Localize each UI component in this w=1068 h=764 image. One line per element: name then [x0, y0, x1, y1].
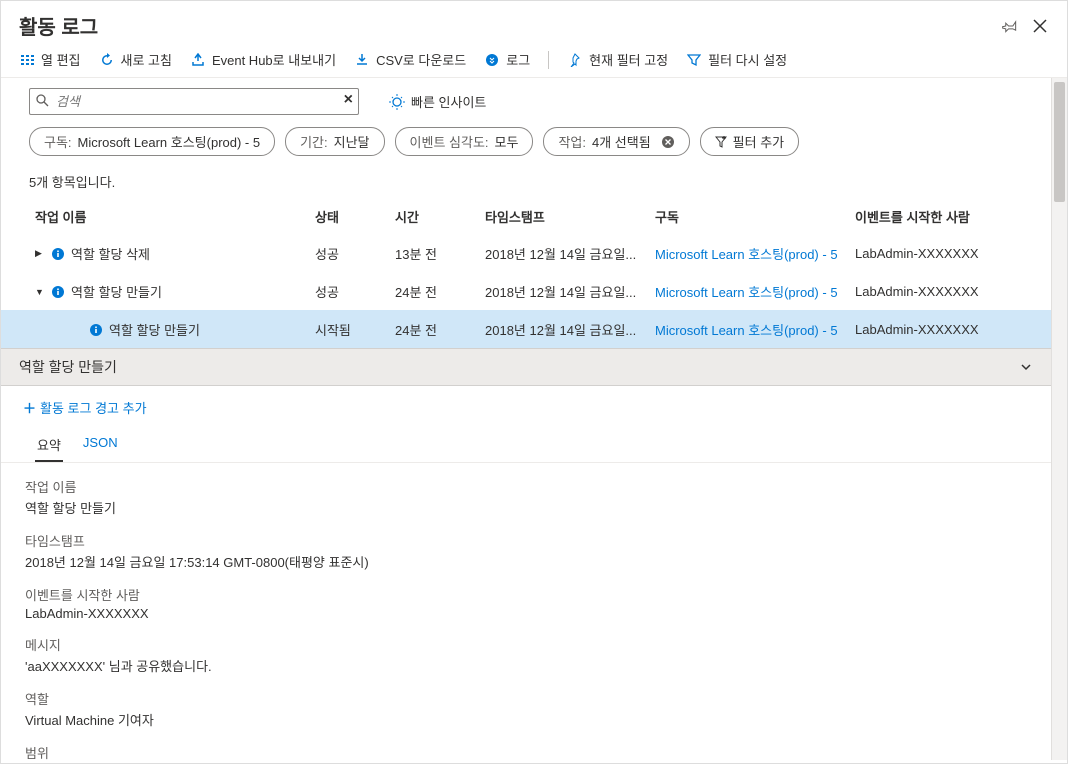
row-time: 13분 전 — [395, 244, 485, 263]
detail-value: 2018년 12월 14일 금요일 17:53:14 GMT-0800(태평양 … — [25, 552, 1027, 571]
info-icon — [89, 323, 103, 337]
remove-filter-icon[interactable] — [661, 135, 675, 149]
main-content: × 빠른 인사이트 구독: Microsoft Learn 호스팅(prod) … — [1, 78, 1051, 760]
detail-value: 'aaXXXXXXX' 님과 공유했습니다. — [25, 656, 1027, 675]
table-row[interactable]: 역할 할당 만들기 시작됨24분 전2018년 12월 14일 금요일...Mic… — [1, 310, 1051, 348]
activity-grid: 작업 이름 상태 시간 타임스탬프 구독 이벤트를 시작한 사람 ▶ 역할 할당 … — [1, 199, 1051, 348]
row-initiated: LabAdmin-XXXXXXX — [855, 246, 1033, 261]
row-name: 역할 할당 만들기 — [71, 282, 162, 301]
info-icon — [51, 247, 65, 261]
scrollbar[interactable] — [1051, 78, 1067, 760]
search-icon — [35, 93, 49, 107]
row-timestamp: 2018년 12월 14일 금요일... — [485, 244, 655, 263]
row-timestamp: 2018년 12월 14일 금요일... — [485, 282, 655, 301]
filter-severity[interactable]: 이벤트 심각도: 모두 — [395, 127, 534, 156]
row-status: 성공 — [315, 244, 395, 263]
close-icon[interactable] — [1031, 17, 1049, 35]
col-time[interactable]: 시간 — [395, 207, 485, 226]
search-input[interactable] — [29, 88, 359, 115]
row-timestamp: 2018년 12월 14일 금요일... — [485, 320, 655, 339]
columns-icon — [19, 52, 35, 68]
detail-value: 역할 할당 만들기 — [25, 498, 1027, 517]
export-eventhub-button[interactable]: Event Hub로 내보내기 — [190, 50, 336, 69]
detail-label: 작업 이름 — [25, 477, 1027, 496]
add-filter-button[interactable]: 필터 추가 — [700, 127, 799, 156]
item-count: 5개 항목입니다. — [1, 162, 1051, 199]
clear-search-icon[interactable]: × — [344, 91, 353, 109]
filter-subscription[interactable]: 구독: Microsoft Learn 호스팅(prod) - 5 — [29, 127, 275, 156]
col-initiated[interactable]: 이벤트를 시작한 사람 — [855, 207, 1033, 226]
details-pane-header[interactable]: 역할 할당 만들기 — [1, 348, 1051, 386]
logs-icon — [484, 52, 500, 68]
detail-value: Virtual Machine 기여자 — [25, 710, 1027, 729]
pin-icon[interactable] — [1001, 17, 1019, 35]
table-row[interactable]: ▼ 역할 할당 만들기 성공24분 전2018년 12월 14일 금요일...Mic… — [1, 272, 1051, 310]
plus-icon: ＋ — [23, 398, 36, 417]
row-status: 시작됨 — [315, 320, 395, 339]
row-time: 24분 전 — [395, 320, 485, 339]
quick-insights-button[interactable]: 빠른 인사이트 — [389, 92, 486, 111]
row-status: 성공 — [315, 282, 395, 301]
detail-value: LabAdmin-XXXXXXX — [25, 606, 1027, 621]
col-subscription[interactable]: 구독 — [655, 207, 855, 226]
refresh-button[interactable]: 새로 고침 — [99, 50, 172, 69]
row-time: 24분 전 — [395, 282, 485, 301]
add-filter-icon — [715, 136, 727, 148]
row-initiated: LabAdmin-XXXXXXX — [855, 284, 1033, 299]
row-name: 역할 할당 삭제 — [71, 244, 150, 263]
tab-json[interactable]: JSON — [81, 429, 120, 462]
row-subscription[interactable]: Microsoft Learn 호스팅(prod) - 5 — [655, 244, 855, 263]
detail-label: 범위 — [25, 743, 1027, 760]
pin-filter-icon — [567, 52, 583, 68]
page-title: 활동 로그 — [19, 11, 989, 40]
download-csv-button[interactable]: CSV로 다운로드 — [354, 50, 466, 69]
refresh-icon — [99, 52, 115, 68]
table-row[interactable]: ▶ 역할 할당 삭제 성공13분 전2018년 12월 14일 금요일...Micr… — [1, 234, 1051, 272]
row-subscription[interactable]: Microsoft Learn 호스팅(prod) - 5 — [655, 282, 855, 301]
col-name[interactable]: 작업 이름 — [35, 207, 315, 226]
detail-label: 메시지 — [25, 635, 1027, 654]
row-initiated: LabAdmin-XXXXXXX — [855, 322, 1033, 337]
detail-label: 역할 — [25, 689, 1027, 708]
col-status[interactable]: 상태 — [315, 207, 395, 226]
filter-reset-icon — [686, 52, 702, 68]
row-subscription[interactable]: Microsoft Learn 호스팅(prod) - 5 — [655, 320, 855, 339]
detail-label: 이벤트를 시작한 사람 — [25, 585, 1027, 604]
detail-tabs: 요약 JSON — [1, 421, 1051, 463]
detail-label: 타임스탬프 — [25, 531, 1027, 550]
expand-icon[interactable]: ▶ — [35, 248, 45, 259]
grid-header: 작업 이름 상태 시간 타임스탬프 구독 이벤트를 시작한 사람 — [1, 199, 1051, 234]
logs-button[interactable]: 로그 — [484, 50, 530, 69]
export-icon — [190, 52, 206, 68]
filter-operation[interactable]: 작업: 4개 선택됨 — [543, 127, 689, 156]
add-alert-button[interactable]: ＋ 활동 로그 경고 추가 — [1, 386, 1051, 421]
filter-timespan[interactable]: 기간: 지난달 — [285, 127, 384, 156]
info-icon — [51, 285, 65, 299]
toolbar-separator — [548, 51, 549, 69]
edit-columns-button[interactable]: 열 편집 — [19, 50, 81, 69]
pin-filter-button[interactable]: 현재 필터 고정 — [567, 50, 668, 69]
reset-filter-button[interactable]: 필터 다시 설정 — [686, 50, 787, 69]
expand-icon[interactable]: ▼ — [35, 287, 45, 297]
col-timestamp[interactable]: 타임스탬프 — [485, 207, 655, 226]
tab-summary[interactable]: 요약 — [35, 429, 63, 462]
chevron-down-icon — [1019, 360, 1033, 374]
download-icon — [354, 52, 370, 68]
search-box: × — [29, 88, 359, 115]
insights-icon — [389, 94, 405, 110]
header: 활동 로그 — [1, 1, 1067, 46]
row-name: 역할 할당 만들기 — [109, 320, 200, 339]
toolbar: 열 편집 새로 고침 Event Hub로 내보내기 CSV로 다운로드 로그 … — [1, 46, 1067, 78]
details-panel: 작업 이름역할 할당 만들기 타임스탬프 2018년 12월 14일 금요일 17… — [1, 463, 1051, 760]
